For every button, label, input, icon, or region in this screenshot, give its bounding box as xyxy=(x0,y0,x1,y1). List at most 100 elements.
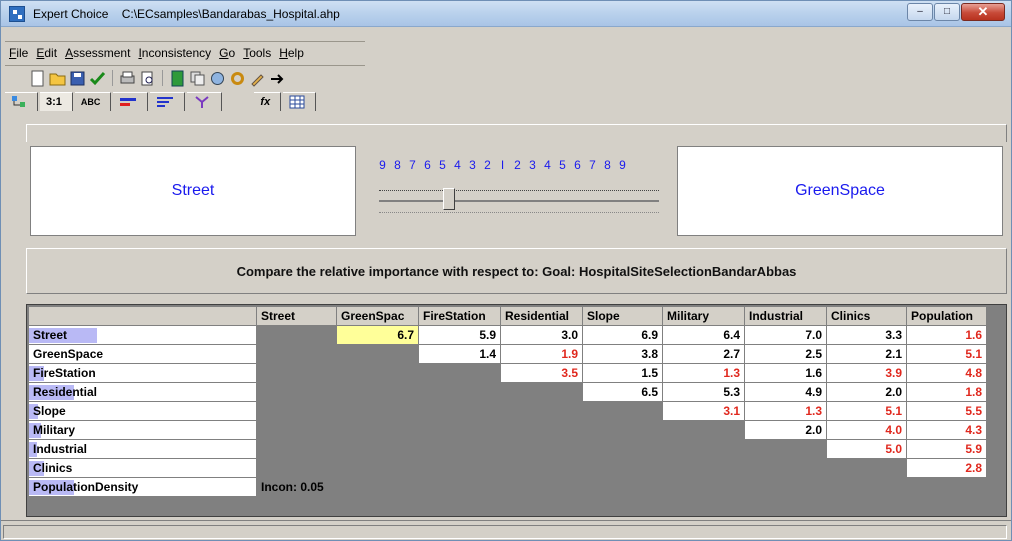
tab-grid[interactable] xyxy=(283,92,317,111)
comparison-slider[interactable]: 98765432I23456789 xyxy=(375,154,665,224)
matrix-cell[interactable]: 1.8 xyxy=(906,382,987,402)
matrix-cell[interactable]: 3.8 xyxy=(582,344,663,364)
tab-priorities[interactable] xyxy=(150,92,186,111)
status-field xyxy=(3,525,1007,539)
menu-file[interactable]: File xyxy=(5,44,32,64)
minimize-button[interactable]: – xyxy=(907,3,933,21)
menu-edit[interactable]: Edit xyxy=(32,44,61,64)
check-icon[interactable] xyxy=(89,70,106,87)
globe-icon[interactable] xyxy=(209,70,226,87)
matrix-cell[interactable]: 5.0 xyxy=(826,439,907,459)
row-header[interactable]: FireStation xyxy=(28,363,257,383)
arrow-icon[interactable] xyxy=(269,70,286,87)
column-header[interactable]: GreenSpac xyxy=(336,306,419,326)
tab-formula[interactable]: fx xyxy=(254,92,282,111)
matrix-cell[interactable]: 6.4 xyxy=(662,325,745,345)
matrix-cell[interactable]: 1.5 xyxy=(582,363,663,383)
matrix-cell[interactable]: 2.5 xyxy=(744,344,827,364)
matrix-cell[interactable]: 5.9 xyxy=(906,439,987,459)
matrix-cell-empty xyxy=(336,420,419,440)
column-header[interactable]: Population xyxy=(906,306,987,326)
file-path: C:\ECsamples\Bandarabas_Hospital.ahp xyxy=(121,7,340,21)
open-folder-icon[interactable] xyxy=(49,70,66,87)
matrix-cell[interactable]: 7.0 xyxy=(744,325,827,345)
matrix-cell[interactable]: 5.3 xyxy=(662,382,745,402)
matrix-cell[interactable]: 2.0 xyxy=(826,382,907,402)
row-header[interactable]: Military xyxy=(28,420,257,440)
matrix-cell[interactable]: 5.1 xyxy=(906,344,987,364)
calculator-icon[interactable] xyxy=(169,70,186,87)
scale-number: 7 xyxy=(589,158,596,172)
matrix-cell[interactable]: 6.5 xyxy=(582,382,663,402)
print-preview-icon[interactable] xyxy=(139,70,156,87)
matrix-cell[interactable]: 1.4 xyxy=(418,344,501,364)
matrix-cell[interactable]: 4.9 xyxy=(744,382,827,402)
maximize-button[interactable]: □ xyxy=(934,3,960,21)
matrix-cell[interactable]: 3.0 xyxy=(500,325,583,345)
matrix-cell[interactable]: 1.6 xyxy=(744,363,827,383)
column-header[interactable]: Military xyxy=(662,306,745,326)
column-header[interactable]: Slope xyxy=(582,306,663,326)
matrix-cell[interactable]: 2.8 xyxy=(906,458,987,478)
matrix-cell[interactable]: 2.7 xyxy=(662,344,745,364)
tab-tree[interactable] xyxy=(5,92,38,111)
scale-number: 5 xyxy=(559,158,566,172)
copy-icon[interactable] xyxy=(189,70,206,87)
matrix-cell[interactable]: 3.5 xyxy=(500,363,583,383)
matrix-cell[interactable]: 3.9 xyxy=(826,363,907,383)
column-header[interactable]: Street xyxy=(256,306,337,326)
slider-thumb[interactable] xyxy=(443,188,455,210)
column-header[interactable]: Residential xyxy=(500,306,583,326)
row-header[interactable]: PopulationDensity xyxy=(28,477,257,497)
menu-help[interactable]: Help xyxy=(275,44,308,64)
pencil-icon[interactable] xyxy=(249,70,266,87)
row-header[interactable]: Industrial xyxy=(28,439,257,459)
matrix-cell[interactable]: 4.3 xyxy=(906,420,987,440)
row-header[interactable]: Clinics xyxy=(28,458,257,478)
column-header[interactable]: Clinics xyxy=(826,306,907,326)
matrix-cell[interactable]: 1.3 xyxy=(662,363,745,383)
menu-inconsistency[interactable]: Inconsistency xyxy=(134,44,215,64)
matrix-cell[interactable]: 6.9 xyxy=(582,325,663,345)
new-file-icon[interactable] xyxy=(29,70,46,87)
menu-assessment[interactable]: Assessment xyxy=(61,44,134,64)
matrix-cell-empty xyxy=(256,420,337,440)
tab-branch[interactable] xyxy=(187,92,223,111)
matrix-cell[interactable]: 3.3 xyxy=(826,325,907,345)
column-header[interactable]: FireStation xyxy=(418,306,501,326)
save-icon[interactable] xyxy=(69,70,86,87)
menu-tools[interactable]: Tools xyxy=(239,44,275,64)
matrix-cell[interactable]: 5.1 xyxy=(826,401,907,421)
close-button[interactable]: ✕ xyxy=(961,3,1005,21)
matrix-cell[interactable]: 6.7 xyxy=(336,325,419,345)
tab-numerical[interactable]: 3:1 xyxy=(40,92,73,111)
compare-prompt-text: Compare the relative importance with res… xyxy=(236,263,797,279)
matrix-cell[interactable]: 2.0 xyxy=(744,420,827,440)
refresh-icon[interactable] xyxy=(229,70,246,87)
matrix-cell-empty xyxy=(582,458,663,478)
matrix-cell[interactable]: 1.3 xyxy=(744,401,827,421)
left-element-box[interactable]: Street xyxy=(30,146,356,236)
matrix-cell[interactable]: 4.8 xyxy=(906,363,987,383)
matrix-cell[interactable]: 3.1 xyxy=(662,401,745,421)
menu-go[interactable]: Go xyxy=(215,44,239,64)
row-label: Military xyxy=(33,423,76,437)
print-icon[interactable] xyxy=(119,70,136,87)
row-header[interactable]: Slope xyxy=(28,401,257,421)
row-header[interactable]: Street xyxy=(28,325,257,345)
row-header[interactable]: GreenSpace xyxy=(28,344,257,364)
tab-verbal[interactable]: ABC xyxy=(74,92,112,111)
matrix-cell[interactable]: 4.0 xyxy=(826,420,907,440)
app-name: Expert Choice xyxy=(33,7,109,21)
matrix-cell-empty xyxy=(418,363,501,383)
tab-graphical[interactable] xyxy=(113,92,149,111)
right-element-box[interactable]: GreenSpace xyxy=(677,146,1003,236)
matrix-cell[interactable]: 5.9 xyxy=(418,325,501,345)
matrix-cell[interactable]: 1.9 xyxy=(500,344,583,364)
row-header[interactable]: Residential xyxy=(28,382,257,402)
matrix-cell[interactable]: 1.6 xyxy=(906,325,987,345)
matrix-cell[interactable]: 2.1 xyxy=(826,344,907,364)
matrix-cell[interactable]: 5.5 xyxy=(906,401,987,421)
row-label: FireStation xyxy=(33,366,96,380)
column-header[interactable]: Industrial xyxy=(744,306,827,326)
